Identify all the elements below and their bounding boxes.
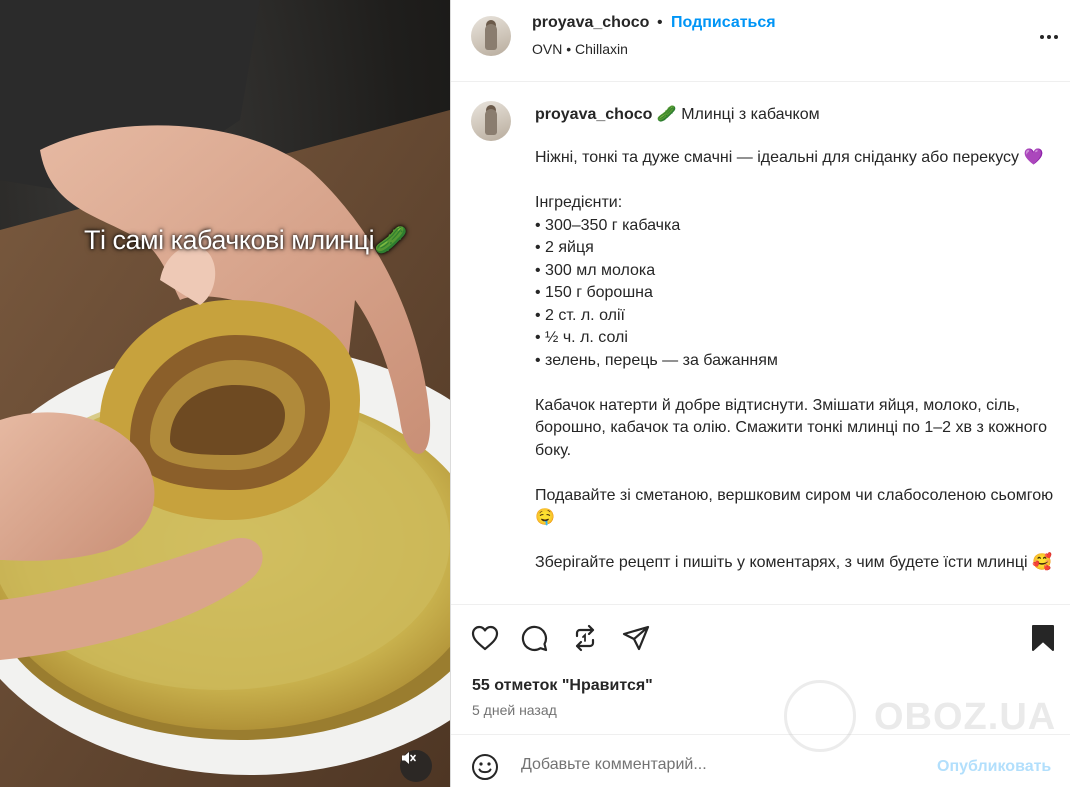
- ingredient-item: • ½ ч. л. солі: [535, 329, 628, 346]
- ingredient-item: • 300–350 г кабачка: [535, 216, 681, 234]
- caption-serving: Подавайте зі сметаною, вершковим сиром ч…: [535, 486, 1054, 527]
- globe-icon: [784, 680, 856, 752]
- author-username[interactable]: proyava_choco: [532, 14, 649, 32]
- ingredients-heading: Інгредієнти:: [535, 194, 623, 211]
- caption-intro: Ніжні, тонкі та дуже смачні — ідеальні д…: [535, 149, 1044, 166]
- audio-info[interactable]: OVN • Chillaxin: [532, 41, 628, 57]
- ingredient-item: • 2 яйця: [535, 239, 594, 256]
- comment-icon: [521, 625, 548, 652]
- watermark-text: OBOZ.UA: [874, 696, 1057, 738]
- caption-body: Ніжні, тонкі та дуже смачні — ідеальні д…: [535, 147, 1055, 597]
- ingredient-item: • зелень, перець — за бажанням: [535, 351, 778, 369]
- audio-artist: OVN: [532, 41, 563, 57]
- caption-avatar[interactable]: [471, 101, 511, 141]
- ingredients-list: Інгредієнти: • 300–350 г кабачка • 2 яйц…: [535, 192, 1055, 372]
- caption-title-line: proyava_choco 🥒 Млинці з кабачком: [535, 104, 820, 124]
- heart-icon: [471, 625, 499, 651]
- likes-count[interactable]: 55 отметок "Нравится": [472, 677, 653, 695]
- repost-button[interactable]: [570, 623, 600, 653]
- avatar[interactable]: [471, 16, 511, 56]
- caption-method: Кабачок натерти й добре відтиснути. Зміш…: [535, 396, 1047, 459]
- comment-input[interactable]: [521, 756, 921, 774]
- emoji-icon: [472, 754, 498, 780]
- audio-track: Chillaxin: [575, 41, 628, 57]
- video-overlay-caption: Ті самі кабачкові млинці🥒: [84, 225, 408, 255]
- caption-username[interactable]: proyava_choco: [535, 106, 652, 123]
- emoji-button[interactable]: [470, 752, 500, 782]
- speaker-muted-icon: [402, 752, 416, 764]
- watermark: OBOZ.UA: [770, 676, 1060, 752]
- post-details-panel: proyava_choco • Подписаться OVN • Chilla…: [450, 0, 1070, 787]
- post-comment-button[interactable]: Опубликовать: [937, 758, 1051, 776]
- post-date[interactable]: 5 дней назад: [472, 702, 557, 718]
- follow-button[interactable]: Подписаться: [671, 14, 776, 32]
- share-icon: [622, 625, 650, 651]
- ingredient-item: • 150 г борошна: [535, 284, 653, 301]
- caption-title: 🥒 Млинці з кабачком: [656, 106, 820, 123]
- more-horizontal-icon: [1040, 35, 1058, 39]
- caption-closing: Зберігайте рецепт і пишіть у коментарях,…: [535, 554, 1052, 571]
- mute-button[interactable]: [400, 750, 432, 782]
- post-caption: proyava_choco 🥒 Млинці з кабачком Ніжні,…: [451, 82, 1070, 604]
- pancake-photo: [0, 0, 450, 787]
- comment-button[interactable]: [519, 623, 549, 653]
- separator-dot: •: [657, 14, 663, 31]
- more-options-button[interactable]: [1036, 24, 1062, 50]
- save-button[interactable]: [1028, 623, 1058, 653]
- post-media[interactable]: Ті самі кабачкові млинці🥒: [0, 0, 450, 787]
- ingredient-item: • 300 мл молока: [535, 261, 656, 279]
- like-button[interactable]: [470, 623, 500, 653]
- ingredient-item: • 2 ст. л. олії: [535, 306, 625, 324]
- repost-icon: [575, 624, 595, 652]
- bookmark-icon: [1032, 625, 1054, 651]
- share-button[interactable]: [621, 623, 651, 653]
- audio-separator: •: [566, 41, 572, 57]
- post-header: proyava_choco • Подписаться OVN • Chilla…: [451, 0, 1070, 82]
